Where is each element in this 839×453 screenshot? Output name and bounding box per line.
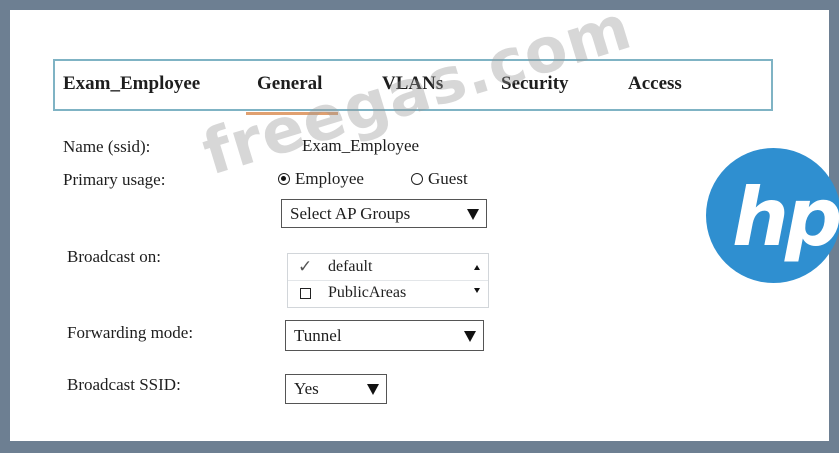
- active-tab-indicator: [246, 112, 338, 115]
- radio-employee[interactable]: Employee: [278, 169, 364, 189]
- forwarding-mode-select[interactable]: Tunnel: [285, 320, 484, 351]
- name-value: Exam_Employee: [302, 136, 420, 155]
- dropdown-arrow-icon: [367, 384, 379, 395]
- list-item-default[interactable]: ✓ default: [298, 257, 372, 277]
- ap-groups-select[interactable]: Select AP Groups: [281, 199, 487, 228]
- hp-logo-text: hp: [732, 171, 839, 264]
- radio-guest-label: Guest: [428, 169, 468, 188]
- broadcast-ssid-select[interactable]: Yes: [285, 374, 387, 404]
- forwarding-mode-label: Forwarding mode:: [67, 323, 194, 342]
- ap-groups-select-value: Select AP Groups: [290, 203, 411, 223]
- broadcast-on-label: Broadcast on:: [67, 247, 161, 266]
- name-label: Name (ssid):: [63, 137, 151, 156]
- tab-exam-employee[interactable]: Exam_Employee: [63, 73, 200, 95]
- list-item-publicareas[interactable]: PublicAreas: [298, 284, 406, 302]
- broadcast-ssid-value: Yes: [294, 379, 319, 398]
- dropdown-arrow-icon: [464, 330, 476, 342]
- broadcast-on-listbox[interactable]: ✓ default PublicAreas: [287, 253, 489, 308]
- forwarding-mode-value: Tunnel: [294, 325, 342, 345]
- checkmark-icon: ✓: [298, 257, 313, 276]
- tab-general[interactable]: General: [257, 73, 322, 95]
- tab-bar: Exam_Employee General VLANs Security Acc…: [53, 59, 773, 111]
- primary-usage-label: Primary usage:: [63, 170, 166, 189]
- tab-security[interactable]: Security: [501, 73, 569, 95]
- scroll-up-icon[interactable]: [474, 265, 480, 270]
- hp-logo: hp: [706, 148, 839, 283]
- radio-unselected-icon: [411, 173, 423, 185]
- broadcast-ssid-label: Broadcast SSID:: [67, 375, 181, 394]
- radio-employee-label: Employee: [295, 169, 364, 188]
- tab-vlans[interactable]: VLANs: [382, 73, 443, 95]
- list-item-label: default: [328, 258, 373, 275]
- tab-access[interactable]: Access: [628, 73, 682, 95]
- dropdown-arrow-icon: [467, 208, 479, 220]
- list-divider: [288, 280, 488, 281]
- list-item-label: PublicAreas: [328, 284, 407, 301]
- radio-selected-icon: [278, 173, 290, 185]
- checkbox-icon[interactable]: [300, 287, 311, 299]
- scroll-down-icon[interactable]: [474, 288, 480, 293]
- radio-guest[interactable]: Guest: [411, 169, 468, 189]
